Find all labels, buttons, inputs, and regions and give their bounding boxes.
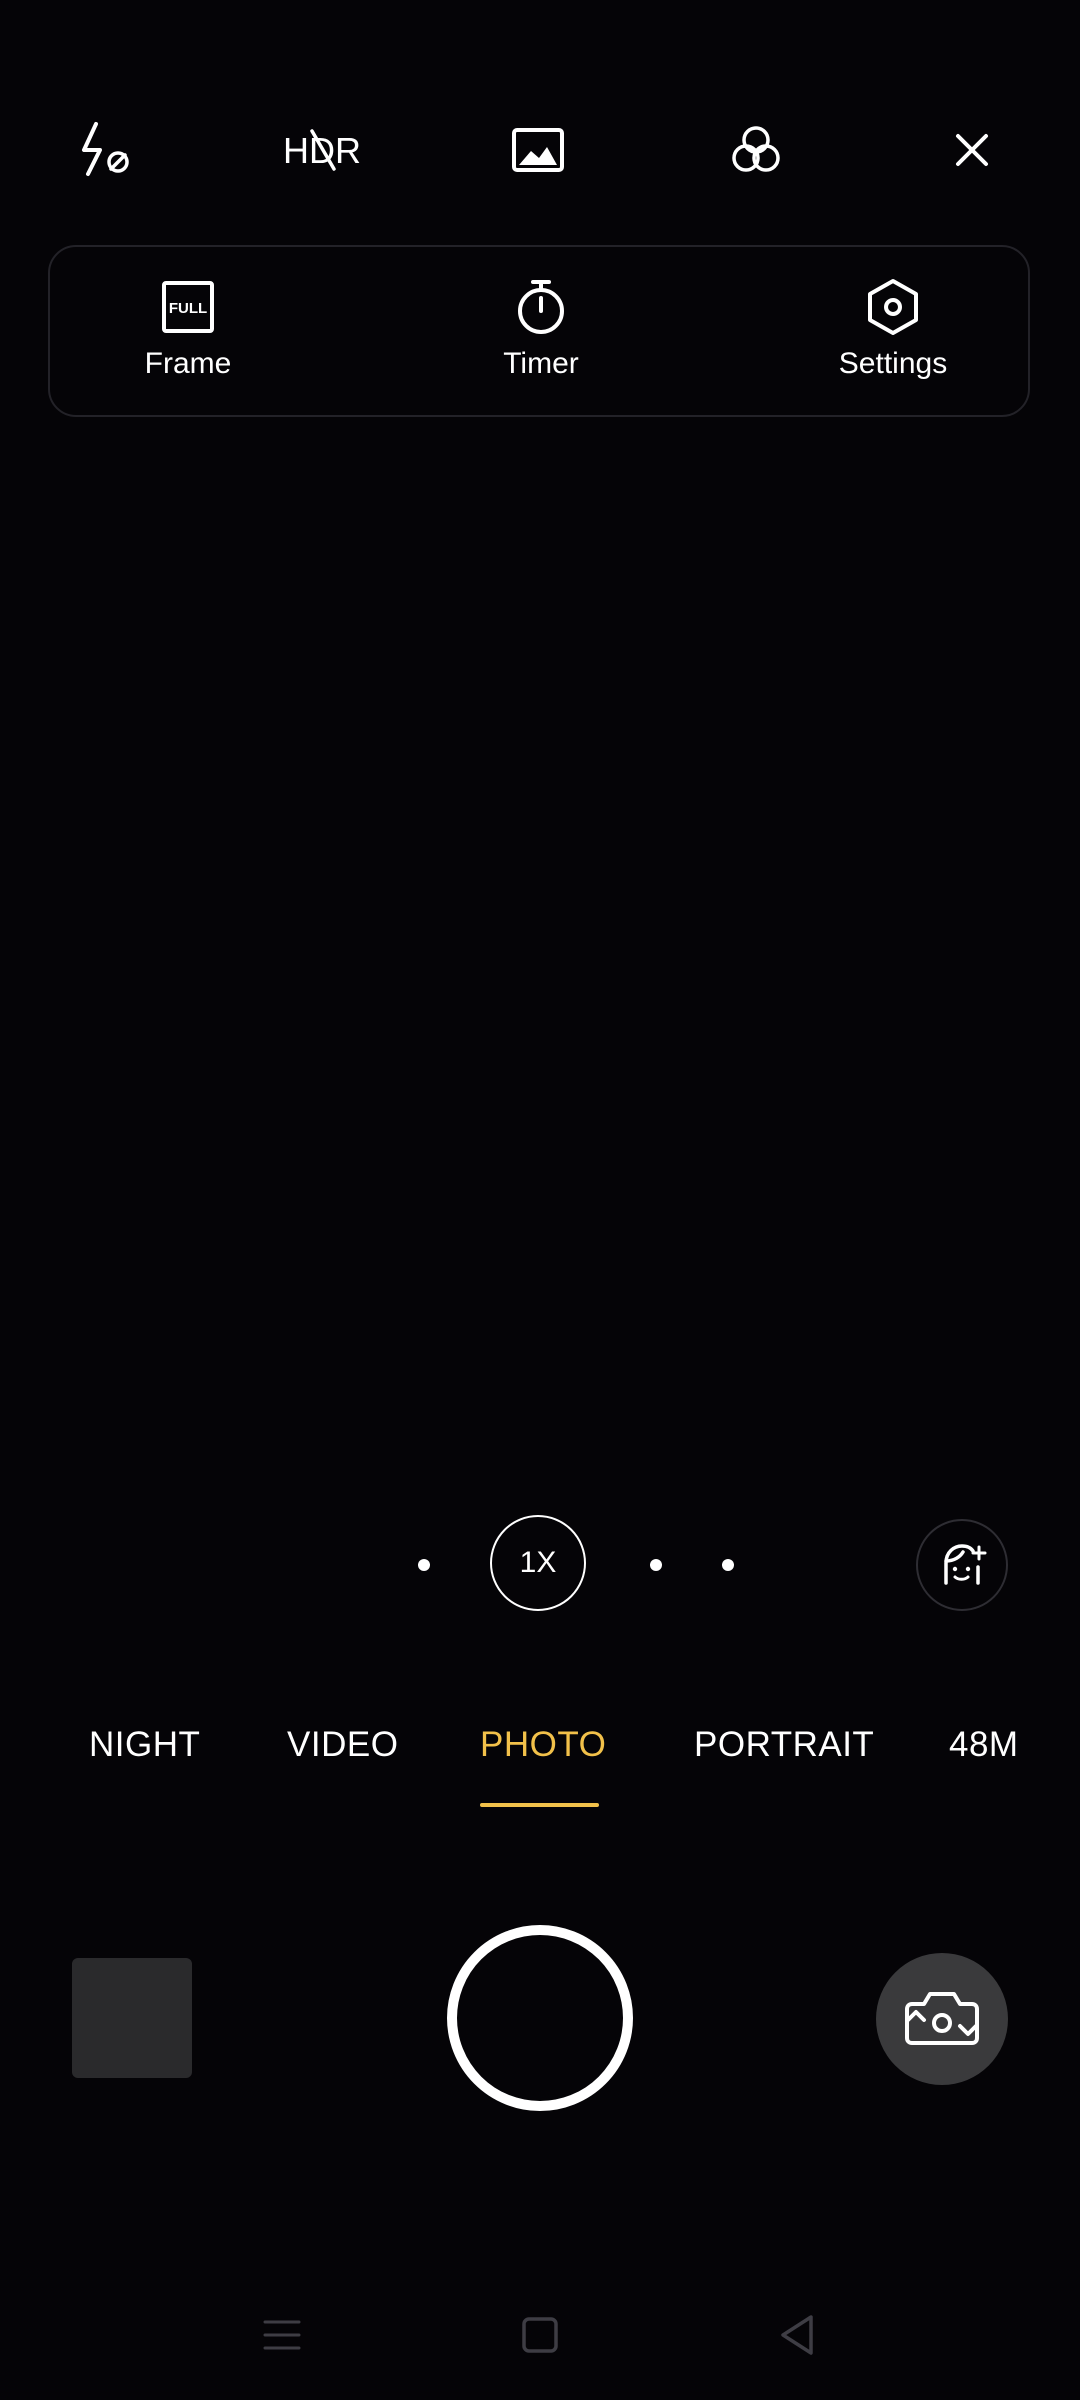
- settings-option[interactable]: Settings: [793, 277, 993, 397]
- frame-label: Frame: [144, 347, 232, 380]
- close-button[interactable]: [922, 100, 1022, 200]
- beauty-button[interactable]: [916, 1519, 1008, 1611]
- hdr-button[interactable]: HDR: [272, 100, 372, 200]
- back-button[interactable]: [752, 2290, 842, 2380]
- zoom-selector: 1X: [0, 1515, 1080, 1615]
- mode-night[interactable]: NIGHT: [89, 1725, 200, 1765]
- shutter-button[interactable]: [447, 1925, 633, 2111]
- mode-video[interactable]: VIDEO: [287, 1725, 398, 1765]
- stopwatch-icon: [511, 277, 571, 337]
- gallery-thumbnail[interactable]: [72, 1958, 192, 2078]
- timer-option[interactable]: Timer: [441, 277, 641, 397]
- active-mode-indicator: [480, 1803, 599, 1807]
- zoom-dot-wide[interactable]: [418, 1559, 430, 1571]
- aspect-ratio-button[interactable]: [488, 100, 588, 200]
- beauty-face-icon: [944, 1544, 987, 1585]
- home-button[interactable]: [495, 2290, 585, 2380]
- home-icon: [522, 2317, 558, 2353]
- timer-label: Timer: [503, 347, 579, 380]
- switch-camera-icon: [905, 1992, 979, 2045]
- zoom-dot-2x[interactable]: [650, 1559, 662, 1571]
- close-icon: [956, 134, 988, 166]
- system-nav-bar: [0, 2290, 1080, 2380]
- frame-badge: FULL: [169, 300, 207, 317]
- settings-label: Settings: [838, 347, 948, 380]
- zoom-current-button[interactable]: 1X: [490, 1515, 586, 1611]
- mode-photo[interactable]: PHOTO: [480, 1725, 606, 1765]
- switch-camera-button[interactable]: [876, 1953, 1008, 2085]
- back-icon: [781, 2315, 813, 2355]
- mode-selector: NIGHT VIDEO PHOTO PORTRAIT 48M: [0, 1725, 1080, 1807]
- hdr-off-icon: HDR: [283, 129, 361, 171]
- mode-portrait[interactable]: PORTRAIT: [694, 1725, 874, 1765]
- menu-icon: [263, 2320, 301, 2350]
- filter-button[interactable]: [706, 100, 806, 200]
- frame-option[interactable]: FULL Frame: [88, 277, 288, 397]
- quick-settings-panel: FULL Frame Timer Settings: [48, 245, 1030, 417]
- viewfinder[interactable]: [0, 430, 1080, 1500]
- hexagon-gear-icon: [863, 277, 923, 337]
- frame-full-icon: FULL: [158, 277, 218, 337]
- capture-controls: [0, 1920, 1080, 2120]
- camera-screen: HDR: [0, 0, 1080, 2400]
- flash-button[interactable]: [56, 100, 156, 200]
- flash-off-icon: [82, 122, 129, 176]
- image-icon: [512, 128, 564, 172]
- zoom-dot-tele[interactable]: [722, 1559, 734, 1571]
- filter-circles-icon: [732, 126, 780, 172]
- menu-button[interactable]: [237, 2290, 327, 2380]
- mode-48m[interactable]: 48M: [949, 1725, 1019, 1765]
- top-toolbar: HDR: [0, 100, 1080, 200]
